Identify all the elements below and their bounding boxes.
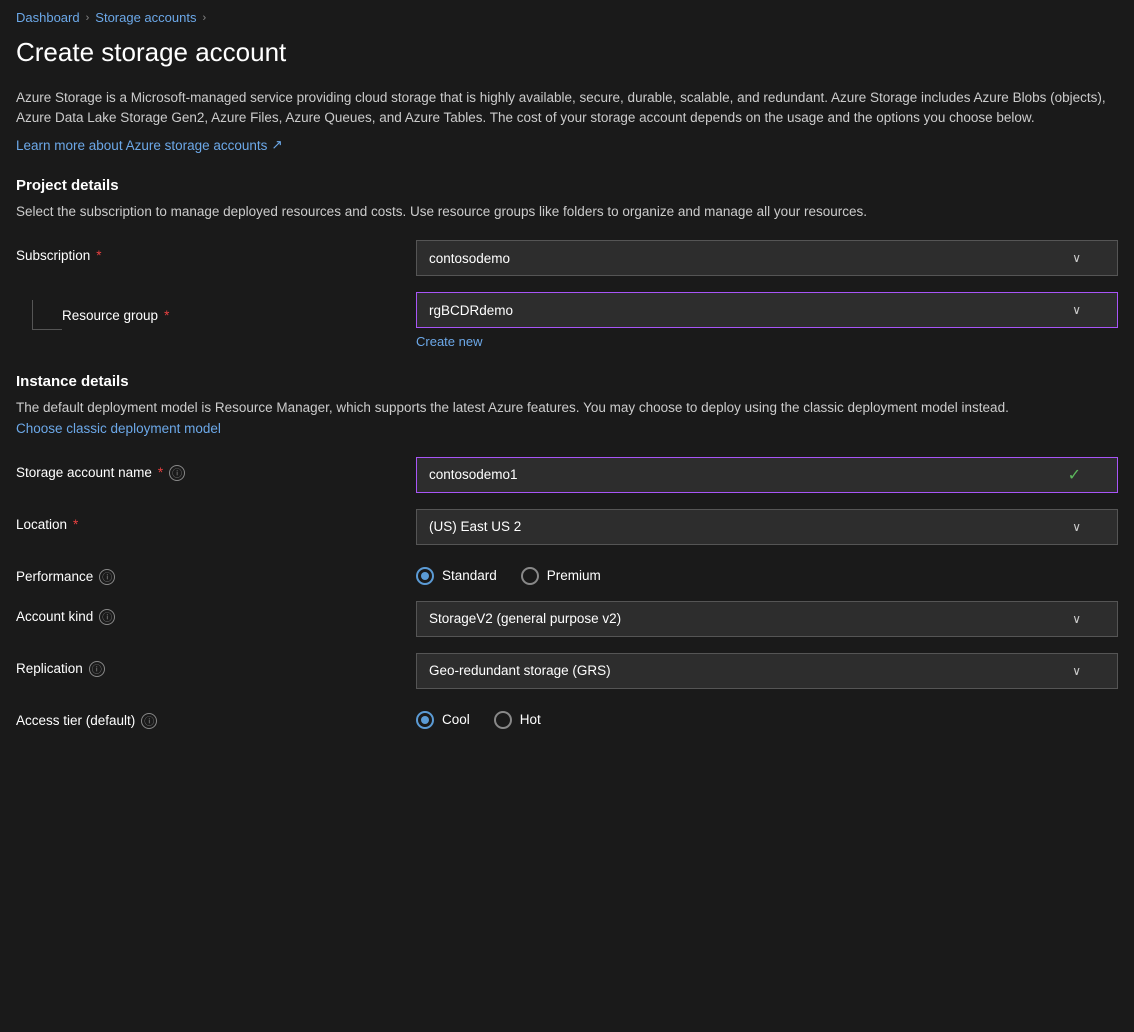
instance-details-title: Instance details [16, 373, 1118, 390]
location-label-col: Location * [16, 509, 396, 532]
project-details-title: Project details [16, 177, 1118, 194]
performance-standard-radio-fill [421, 572, 429, 580]
resource-group-required: * [164, 308, 169, 323]
account-kind-label: Account kind ⓘ [16, 609, 396, 625]
page-title: Create storage account [0, 31, 1134, 88]
performance-standard-option[interactable]: Standard [416, 567, 497, 585]
learn-more-link[interactable]: Learn more about Azure storage accounts … [16, 137, 283, 153]
access-tier-cool-label: Cool [442, 712, 470, 727]
storage-account-name-label-col: Storage account name * ⓘ [16, 457, 396, 481]
subscription-control: contosodemo ∨ [416, 240, 1118, 276]
access-tier-row: Access tier (default) ⓘ Cool Hot [16, 705, 1118, 729]
performance-standard-label: Standard [442, 568, 497, 583]
account-kind-chevron: ∨ [1072, 612, 1081, 626]
account-kind-control: StorageV2 (general purpose v2) ∨ [416, 601, 1118, 637]
classic-deployment-link[interactable]: Choose classic deployment model [16, 419, 221, 439]
external-link-icon: ↗ [271, 137, 282, 153]
performance-control: Standard Premium [416, 561, 1118, 585]
access-tier-cool-option[interactable]: Cool [416, 711, 470, 729]
resource-group-label-col: Resource group * [16, 292, 396, 334]
access-tier-cool-radio-fill [421, 716, 429, 724]
location-value: (US) East US 2 [429, 519, 521, 534]
resource-group-control: rgBCDRdemo ∨ Create new [416, 292, 1118, 349]
account-kind-value: StorageV2 (general purpose v2) [429, 611, 621, 626]
subscription-value: contosodemo [429, 251, 510, 266]
replication-control: Geo-redundant storage (GRS) ∨ [416, 653, 1118, 689]
storage-account-name-control: contosodemo1 ✓ [416, 457, 1118, 493]
breadcrumb-sep-1: › [86, 12, 90, 24]
replication-info-icon[interactable]: ⓘ [89, 661, 105, 677]
account-kind-label-col: Account kind ⓘ [16, 601, 396, 625]
location-dropdown[interactable]: (US) East US 2 ∨ [416, 509, 1118, 545]
performance-info-icon[interactable]: ⓘ [99, 569, 115, 585]
performance-radio-group: Standard Premium [416, 561, 1118, 585]
storage-account-name-value: contosodemo1 [429, 467, 518, 482]
location-row: Location * (US) East US 2 ∨ [16, 509, 1118, 545]
storage-account-name-row: Storage account name * ⓘ contosodemo1 ✓ [16, 457, 1118, 493]
storage-name-required: * [158, 465, 163, 480]
performance-premium-radio[interactable] [521, 567, 539, 585]
resource-group-row: Resource group * rgBCDRdemo ∨ Create new [16, 292, 1118, 349]
replication-dropdown[interactable]: Geo-redundant storage (GRS) ∨ [416, 653, 1118, 689]
breadcrumb-storage-accounts[interactable]: Storage accounts [95, 10, 196, 25]
performance-premium-option[interactable]: Premium [521, 567, 601, 585]
main-description: Azure Storage is a Microsoft-managed ser… [16, 88, 1118, 129]
access-tier-control: Cool Hot [416, 705, 1118, 729]
resource-group-label: Resource group * [62, 300, 169, 323]
performance-premium-label: Premium [547, 568, 601, 583]
location-label: Location * [16, 517, 396, 532]
replication-label: Replication ⓘ [16, 661, 396, 677]
project-details-description: Select the subscription to manage deploy… [16, 202, 1118, 222]
location-required: * [73, 517, 78, 532]
access-tier-info-icon[interactable]: ⓘ [141, 713, 157, 729]
replication-value: Geo-redundant storage (GRS) [429, 663, 611, 678]
access-tier-cool-radio[interactable] [416, 711, 434, 729]
storage-name-info-icon[interactable]: ⓘ [169, 465, 185, 481]
subscription-required: * [96, 248, 101, 263]
storage-account-name-input[interactable]: contosodemo1 ✓ [416, 457, 1118, 493]
breadcrumb-dashboard[interactable]: Dashboard [16, 10, 80, 25]
storage-account-name-label: Storage account name * ⓘ [16, 465, 396, 481]
account-kind-dropdown[interactable]: StorageV2 (general purpose v2) ∨ [416, 601, 1118, 637]
access-tier-radio-group: Cool Hot [416, 705, 1118, 729]
access-tier-label-col: Access tier (default) ⓘ [16, 705, 396, 729]
resource-group-dropdown[interactable]: rgBCDRdemo ∨ [416, 292, 1118, 328]
subscription-label: Subscription * [16, 248, 396, 263]
indent-line [32, 300, 62, 330]
instance-details-description: The default deployment model is Resource… [16, 398, 1118, 439]
breadcrumb: Dashboard › Storage accounts › [0, 0, 1134, 31]
performance-standard-radio[interactable] [416, 567, 434, 585]
subscription-dropdown[interactable]: contosodemo ∨ [416, 240, 1118, 276]
subscription-chevron: ∨ [1072, 251, 1081, 265]
access-tier-hot-label: Hot [520, 712, 541, 727]
performance-label: Performance ⓘ [16, 569, 396, 585]
account-kind-row: Account kind ⓘ StorageV2 (general purpos… [16, 601, 1118, 637]
replication-label-col: Replication ⓘ [16, 653, 396, 677]
resource-group-value: rgBCDRdemo [429, 303, 513, 318]
location-control: (US) East US 2 ∨ [416, 509, 1118, 545]
main-content: Azure Storage is a Microsoft-managed ser… [0, 88, 1134, 761]
location-chevron: ∨ [1072, 520, 1081, 534]
performance-label-col: Performance ⓘ [16, 561, 396, 585]
performance-row: Performance ⓘ Standard Premium [16, 561, 1118, 585]
subscription-label-col: Subscription * [16, 240, 396, 263]
replication-chevron: ∨ [1072, 664, 1081, 678]
access-tier-label: Access tier (default) ⓘ [16, 713, 396, 729]
replication-row: Replication ⓘ Geo-redundant storage (GRS… [16, 653, 1118, 689]
storage-name-check-icon: ✓ [1068, 465, 1081, 485]
subscription-row: Subscription * contosodemo ∨ [16, 240, 1118, 276]
resource-group-chevron: ∨ [1072, 303, 1081, 317]
breadcrumb-sep-2: › [202, 12, 206, 24]
account-kind-info-icon[interactable]: ⓘ [99, 609, 115, 625]
access-tier-hot-option[interactable]: Hot [494, 711, 541, 729]
access-tier-hot-radio[interactable] [494, 711, 512, 729]
create-new-link[interactable]: Create new [416, 334, 1118, 349]
